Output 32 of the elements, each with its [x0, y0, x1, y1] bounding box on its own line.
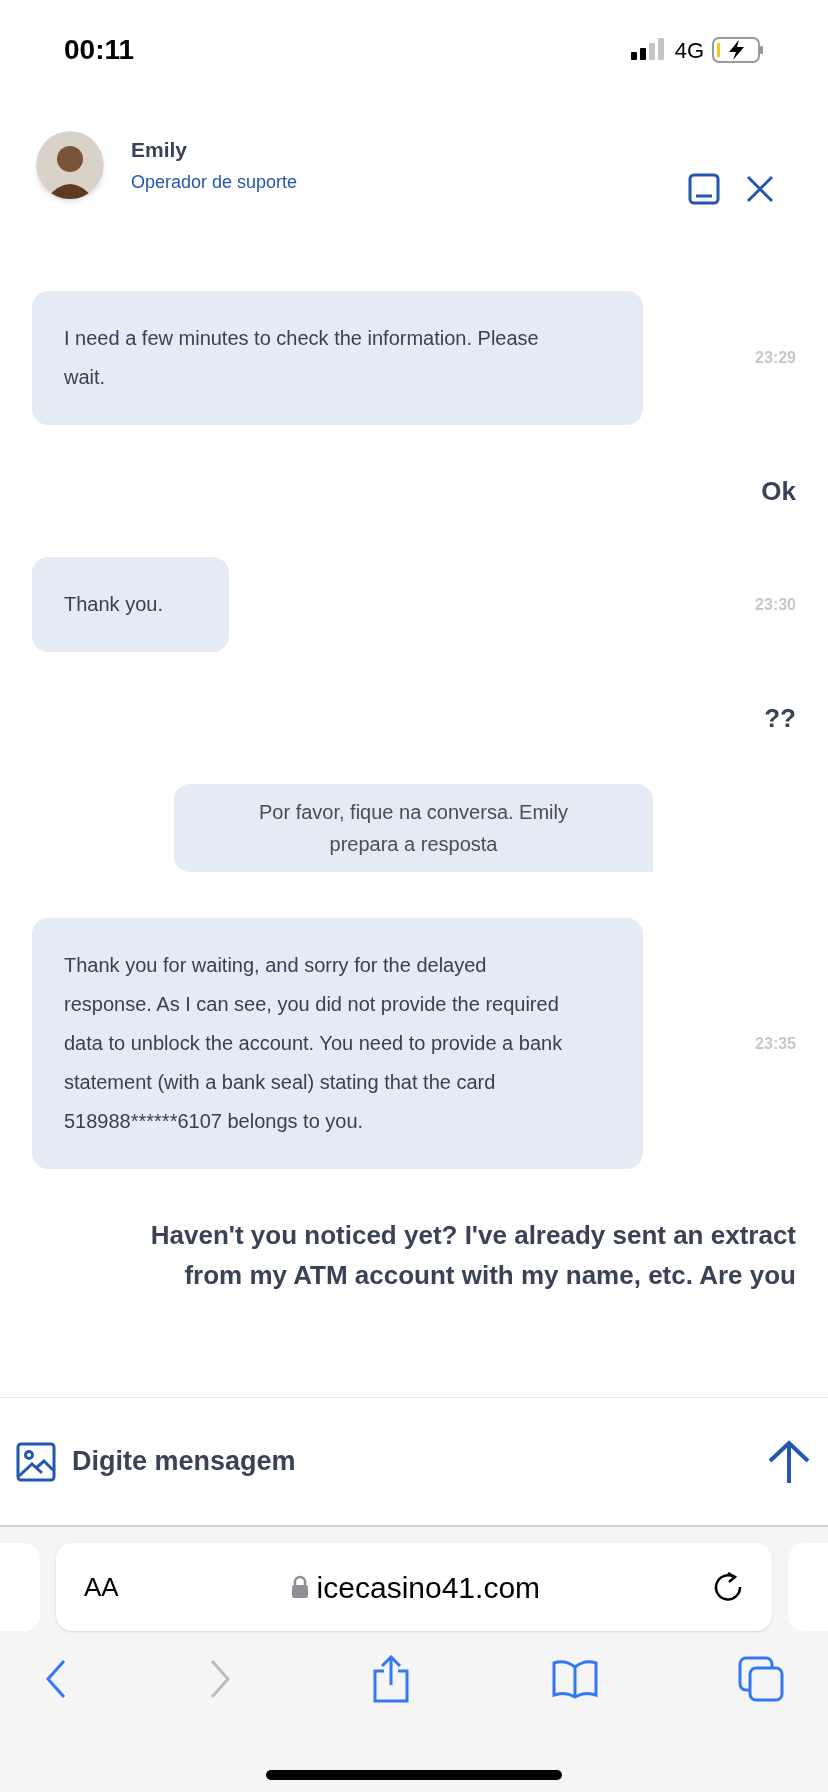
message-text: from my ATM account with my name, etc. Are you — [184, 1259, 796, 1292]
message-input[interactable]: Digite mensagem — [72, 1441, 766, 1482]
share-icon[interactable] — [371, 1655, 411, 1703]
book-icon[interactable] — [550, 1659, 599, 1699]
url-text: icecasino41.com — [316, 1569, 541, 1606]
send-icon[interactable] — [766, 1438, 812, 1485]
back-icon[interactable] — [44, 1659, 68, 1699]
message-text: Ok — [761, 475, 796, 508]
avatar — [36, 131, 104, 199]
message-bubble: I need a few minutes to check the information. Please wait. — [32, 291, 643, 425]
message-bubble: Thank you. — [32, 557, 229, 652]
network-label: 4G — [674, 36, 704, 65]
battery-icon — [712, 37, 764, 63]
reload-icon[interactable] — [712, 1571, 744, 1603]
message-time: 23:29 — [755, 348, 796, 368]
address-bar[interactable]: AA icecasino41.com — [56, 1543, 772, 1631]
agent-name: Emily — [131, 136, 189, 163]
image-icon[interactable] — [16, 1441, 56, 1482]
message-bubble: Thank you for waiting, and sorry for the delayed response. As I can see, you did not provide the required data to unblock the account. You need to provide a bank statement (with a bank seal) stating that the card 518988******6107 belongs to you. — [32, 918, 643, 1169]
clock: 00:11 — [64, 33, 135, 67]
minimize-button[interactable] — [688, 173, 720, 205]
signal-icon — [630, 38, 667, 62]
agent-role: Operador de suporte — [131, 171, 298, 195]
text-size-button[interactable]: AA — [84, 1567, 119, 1607]
message-text: Haven't you noticed yet? I've already sent an extract — [150, 1219, 796, 1252]
close-button[interactable] — [744, 173, 776, 205]
tabs-icon[interactable] — [738, 1656, 784, 1702]
system-notice: Por favor, fique na conversa. Emily prepara a resposta — [174, 784, 653, 872]
message-text: ?? — [764, 702, 796, 735]
message-time: 23:30 — [755, 594, 796, 615]
lock-icon — [290, 1575, 309, 1599]
message-time: 23:35 — [755, 1033, 796, 1054]
